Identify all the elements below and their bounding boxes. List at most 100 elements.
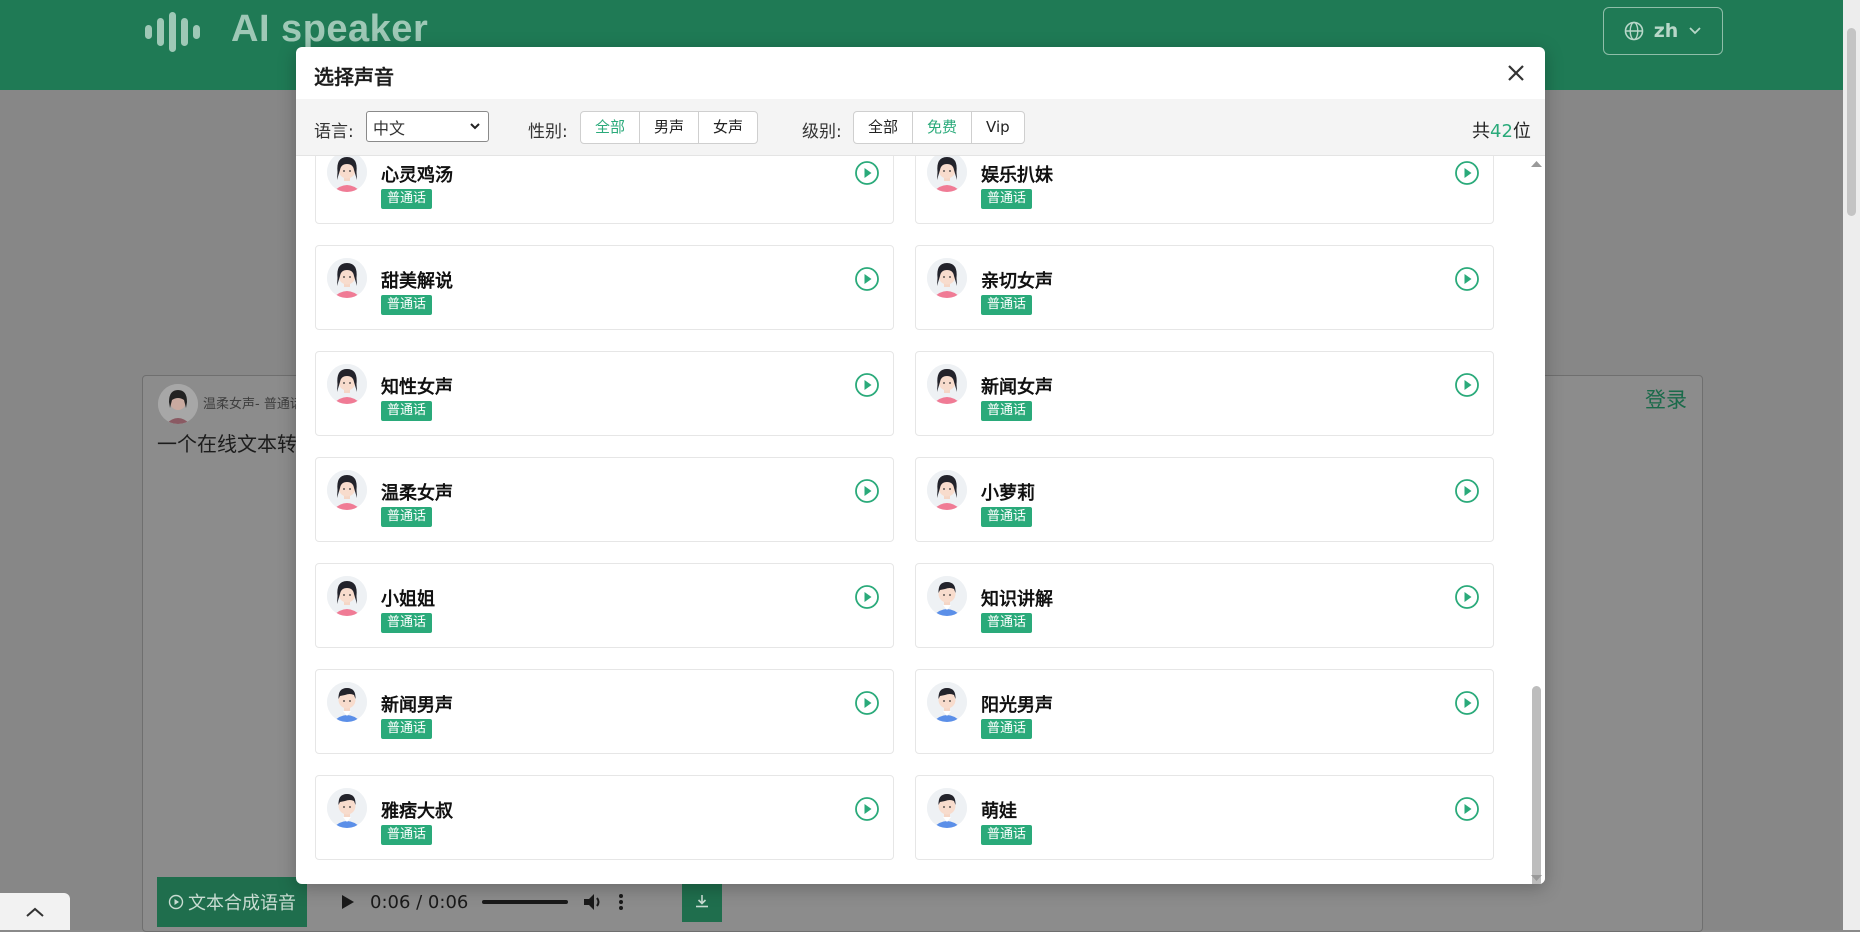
play-preview-icon[interactable] (854, 372, 880, 398)
voice-name: 甜美解说 (381, 271, 453, 292)
selected-voice-label[interactable]: 温柔女声- 普通话 (203, 393, 303, 412)
voice-avatar (327, 788, 367, 828)
globe-icon (1624, 21, 1644, 41)
voice-card[interactable]: 雅痞大叔 普通话 (315, 775, 894, 860)
audio-progress-bar[interactable] (482, 900, 569, 904)
voice-name: 小萝莉 (981, 483, 1035, 504)
voice-avatar (927, 364, 967, 404)
voice-card[interactable]: 新闻男声 普通话 (315, 669, 894, 754)
audio-player: 0:06 / 0:06 (340, 885, 624, 919)
voice-card[interactable]: 温柔女声 普通话 (315, 457, 894, 542)
voice-avatar (927, 576, 967, 616)
voice-avatar (927, 682, 967, 722)
voice-avatar (327, 258, 367, 298)
page-scrollbar-thumb[interactable] (1847, 28, 1856, 216)
logo-icon (145, 12, 200, 52)
voice-avatar (927, 470, 967, 510)
collapse-tab[interactable] (0, 893, 70, 930)
voice-name: 温柔女声 (381, 483, 453, 504)
voice-list-scrollbar-thumb[interactable] (1532, 686, 1541, 884)
gender-option-female[interactable]: 女声 (699, 112, 757, 143)
voice-avatar (327, 156, 367, 192)
play-preview-icon[interactable] (854, 266, 880, 292)
language-code: zh (1653, 20, 1679, 42)
voice-language-tag: 普通话 (381, 719, 433, 739)
play-preview-icon[interactable] (854, 478, 880, 504)
player-time: 0:06 / 0:06 (370, 891, 469, 913)
play-preview-icon[interactable] (854, 796, 880, 822)
voice-card[interactable]: 知识讲解 普通话 (915, 563, 1494, 648)
voice-card[interactable]: 甜美解说 普通话 (315, 245, 894, 330)
app-title: AI speaker (231, 8, 429, 50)
voice-language-tag: 普通话 (981, 507, 1033, 527)
chevron-down-icon (1689, 27, 1701, 35)
voice-name: 新闻男声 (381, 695, 453, 716)
voice-card[interactable]: 阳光男声 普通话 (915, 669, 1494, 754)
scroll-up-arrow-icon[interactable] (1528, 158, 1545, 170)
filter-bar: 语言: 中文 性别: 全部 男声 女声 级别: 全部 免费 Vip 共42位 (296, 99, 1545, 156)
level-option-free[interactable]: 免费 (913, 112, 973, 143)
voice-language-tag: 普通话 (981, 295, 1033, 315)
voice-count-value: 42 (1490, 121, 1513, 142)
language-switcher-button[interactable]: zh (1603, 7, 1723, 55)
voice-card[interactable]: 娱乐扒妹 普通话 (915, 156, 1494, 224)
voice-list: 心灵鸡汤 普通话 娱乐扒妹 普通话 甜美解说 普通话 亲切女声 普通话 知性女声 普通话 新闻女声普… (296, 156, 1545, 884)
download-button[interactable] (682, 880, 722, 922)
play-preview-icon[interactable] (1454, 266, 1480, 292)
more-options-icon[interactable] (618, 892, 624, 912)
play-preview-icon[interactable] (1454, 372, 1480, 398)
voice-name: 娱乐扒妹 (981, 165, 1053, 186)
level-option-all[interactable]: 全部 (854, 112, 914, 143)
play-preview-icon[interactable] (1454, 160, 1480, 186)
play-preview-icon[interactable] (1454, 584, 1480, 610)
gender-option-all[interactable]: 全部 (581, 112, 641, 143)
voice-card[interactable]: 萌娃 普通话 (915, 775, 1494, 860)
voice-name: 知性女声 (381, 377, 453, 398)
modal-header: 选择声音 (296, 47, 1545, 100)
voice-count-prefix: 共 (1472, 121, 1490, 142)
level-filter-group: 全部 免费 Vip (853, 111, 1025, 144)
voice-name: 阳光男声 (981, 695, 1053, 716)
editor-text[interactable]: 一个在线文本转 (157, 428, 297, 457)
selected-voice-avatar (158, 384, 198, 424)
play-preview-icon[interactable] (854, 690, 880, 716)
play-preview-icon[interactable] (854, 160, 880, 186)
play-preview-icon[interactable] (1454, 690, 1480, 716)
voice-name: 萌娃 (981, 801, 1017, 822)
modal-title: 选择声音 (314, 65, 394, 89)
login-link[interactable]: 登录 (1645, 384, 1687, 414)
voice-name: 心灵鸡汤 (381, 165, 453, 186)
language-select-value: 中文 (373, 118, 406, 138)
language-select[interactable]: 中文 (366, 111, 489, 142)
voice-card[interactable]: 小萝莉 普通话 (915, 457, 1494, 542)
close-icon[interactable] (1506, 63, 1526, 83)
volume-icon[interactable] (582, 892, 604, 912)
voice-language-tag: 普通话 (981, 613, 1033, 633)
chevron-down-icon (470, 123, 480, 130)
level-option-vip[interactable]: Vip (972, 112, 1024, 143)
synthesize-button[interactable]: 文本合成语音 (157, 877, 307, 927)
voice-card[interactable]: 心灵鸡汤 普通话 (315, 156, 894, 224)
language-filter-label: 语言: (314, 122, 354, 142)
voice-card[interactable]: 新闻女声 普通话 (915, 351, 1494, 436)
scroll-down-arrow-icon[interactable] (1528, 872, 1545, 884)
play-preview-icon[interactable] (1454, 796, 1480, 822)
voice-language-tag: 普通话 (381, 401, 433, 421)
voice-avatar (927, 258, 967, 298)
play-icon[interactable] (340, 893, 356, 911)
voice-avatar (327, 470, 367, 510)
voice-card[interactable]: 亲切女声 普通话 (915, 245, 1494, 330)
gender-option-male[interactable]: 男声 (640, 112, 700, 143)
voice-language-tag: 普通话 (381, 613, 433, 633)
voice-card[interactable]: 知性女声 普通话 (315, 351, 894, 436)
chevron-up-icon (26, 907, 44, 917)
level-filter-label: 级别: (802, 122, 842, 142)
voice-list-scrollbar[interactable] (1528, 156, 1545, 884)
voice-language-tag: 普通话 (981, 825, 1033, 845)
voice-card[interactable]: 小姐姐 普通话 (315, 563, 894, 648)
play-preview-icon[interactable] (854, 584, 880, 610)
play-preview-icon[interactable] (1454, 478, 1480, 504)
gender-filter-group: 全部 男声 女声 (580, 111, 759, 144)
page-scrollbar[interactable] (1843, 0, 1860, 930)
voice-avatar (927, 788, 967, 828)
